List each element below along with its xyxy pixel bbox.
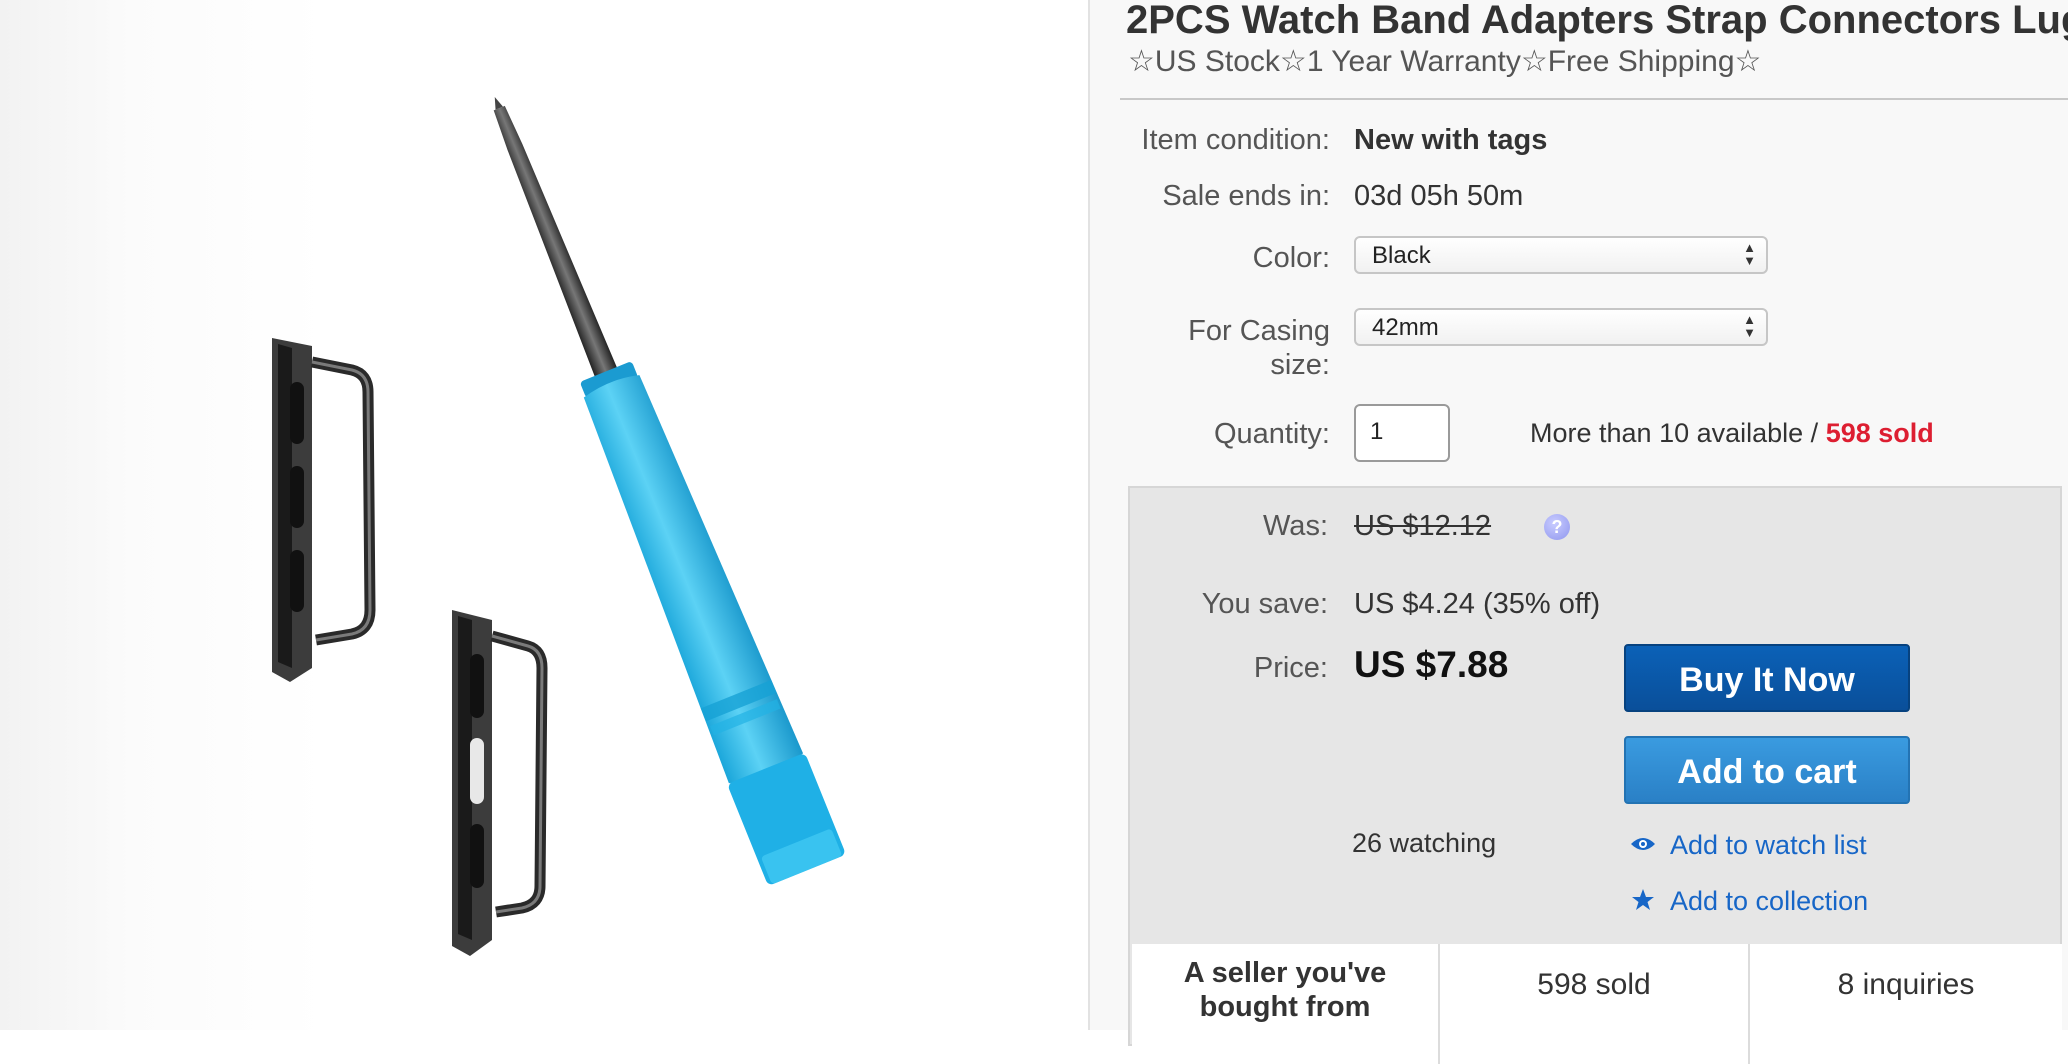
add-to-watch-list-link[interactable]: Add to watch list (1670, 830, 1867, 861)
casing-size-select[interactable]: 42mm ▲ ▼ (1354, 308, 1768, 346)
sale-ends-value: 03d 05h 50m (1354, 180, 1524, 212)
condition-label: Item condition: (1141, 124, 1330, 156)
star-icon (1632, 889, 1654, 910)
color-select[interactable]: Black ▲ ▼ (1354, 236, 1768, 274)
casing-size-label-line1: For Casing (1188, 315, 1330, 347)
sale-ends-label: Sale ends in: (1162, 180, 1330, 212)
seller-stat-line1: A seller you've (1183, 957, 1387, 989)
page-title: 2PCS Watch Band Adapters Strap Connector… (1126, 0, 2068, 42)
sold-stat-text: 598 sold (1537, 968, 1651, 1001)
watching-count: 26 watching (1352, 828, 1497, 858)
product-image[interactable] (0, 0, 1088, 1030)
availability-text: More than 10 available / 598 sold (1530, 418, 1934, 449)
adapter-graphic-1 (272, 338, 376, 682)
seller-stat: A seller you've bought from (1132, 944, 1440, 1064)
listing-panel: 2PCS Watch Band Adapters Strap Connector… (1090, 0, 2068, 1064)
price-value: US $7.88 (1354, 644, 1509, 685)
stats-bar: A seller you've bought from 598 sold 8 i… (1132, 944, 2062, 1064)
title-divider (1120, 98, 2068, 100)
you-save-label: You save: (1201, 588, 1328, 620)
casing-size-select-value: 42mm (1372, 314, 1439, 341)
quantity-label: Quantity: (1213, 418, 1330, 450)
casing-size-label: For Casing size: (1120, 314, 1330, 382)
select-arrows-icon: ▲ ▼ (1743, 240, 1756, 268)
page-subtitle: ☆US Stock☆1 Year Warranty☆Free Shipping☆ (1128, 45, 1762, 78)
you-save-value: US $4.24 (35% off) (1354, 588, 1601, 620)
add-to-cart-button[interactable]: Add to cart (1624, 736, 1910, 804)
casing-size-label-line2: size: (1270, 349, 1330, 381)
sold-count: 598 sold (1825, 418, 1934, 448)
color-label: Color: (1252, 242, 1330, 274)
add-to-collection-link[interactable]: Add to collection (1670, 886, 1868, 917)
price-box: Was: US $12.12 ? You save: US $4.24 (35%… (1128, 486, 2062, 1064)
inquiries-stat-text: 8 inquiries (1837, 968, 1975, 1001)
product-photo (272, 97, 845, 956)
buy-it-now-button[interactable]: Buy It Now (1624, 644, 1910, 712)
was-label: Was: (1263, 510, 1328, 542)
inquiries-stat: 8 inquiries (1750, 944, 2062, 1064)
eye-icon (1631, 838, 1655, 850)
seller-stat-line2: bought from (1199, 991, 1371, 1023)
adapter-graphic-2 (452, 610, 548, 956)
screwdriver-graphic (493, 97, 845, 885)
color-select-value: Black (1372, 242, 1431, 269)
sold-stat: 598 sold (1440, 944, 1750, 1064)
seller-stat-text: A seller you've bought from (1132, 944, 1438, 1024)
price-label: Price: (1253, 652, 1328, 684)
select-arrows-icon: ▲ ▼ (1743, 312, 1756, 340)
was-price: US $12.12 (1354, 510, 1492, 542)
quantity-input[interactable]: 1 (1354, 404, 1450, 462)
help-icon[interactable]: ? (1544, 514, 1570, 540)
condition-value: New with tags (1354, 124, 1548, 156)
availability-label: More than 10 available / (1530, 418, 1826, 448)
